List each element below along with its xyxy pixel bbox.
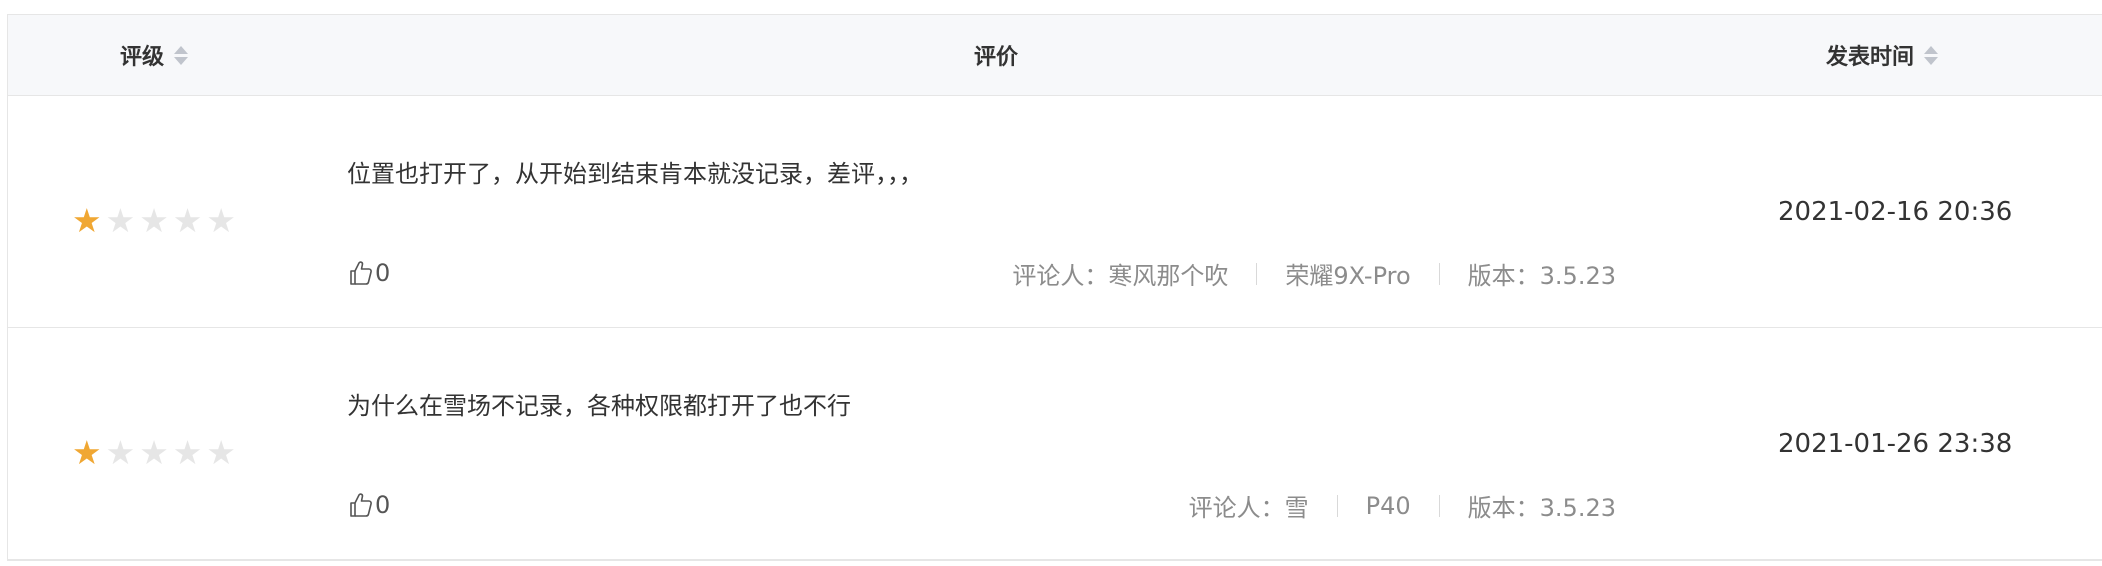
review-time: 2021-01-26 23:38 — [1778, 429, 2013, 459]
review-meta: 评论人：雪 P40 版本：3.5.23 — [1189, 488, 1616, 523]
thumbs-up-icon — [350, 261, 372, 285]
app-version: 版本：3.5.23 — [1467, 494, 1616, 522]
column-header-review: 评价 — [974, 15, 1018, 95]
review-text: 为什么在雪场不记录，各种权限都打开了也不行 — [347, 392, 851, 420]
star-icon: ★ — [72, 433, 102, 472]
review-time: 2021-02-16 20:36 — [1778, 197, 2013, 227]
column-header-time[interactable]: 发表时间 — [1826, 15, 1939, 95]
star-icon: ★ — [139, 201, 169, 240]
reviewer-name: 评论人：雪 — [1188, 494, 1309, 522]
star-icon: ★ — [139, 433, 169, 472]
review-meta: 评论人：寒风那个吹 荣耀9X-Pro 版本：3.5.23 — [1012, 256, 1616, 291]
sort-icon[interactable] — [174, 45, 189, 65]
like-count: 0 — [375, 491, 391, 519]
app-version: 版本：3.5.23 — [1467, 262, 1616, 290]
rating-header-label: 评级 — [120, 45, 165, 70]
star-icon: ★ — [172, 201, 203, 240]
reviews-table: 评级 评价 发表时间 ★ ★ ★ ★ ★ 位置也打开了，从开始到结束肯本就没记录… — [7, 14, 2102, 561]
review-header-label: 评价 — [974, 45, 1019, 70]
star-rating: ★ ★ ★ ★ ★ — [72, 204, 236, 237]
time-header-label: 发表时间 — [1826, 45, 1915, 70]
divider — [1336, 494, 1338, 517]
divider — [1438, 262, 1440, 285]
table-row: ★ ★ ★ ★ ★ 位置也打开了，从开始到结束肯本就没记录，差评，，， 0 评论… — [8, 96, 2102, 328]
star-icon: ★ — [105, 433, 136, 472]
table-header: 评级 评价 发表时间 — [8, 15, 2102, 96]
column-header-rating[interactable]: 评级 — [120, 15, 189, 95]
star-icon: ★ — [206, 201, 236, 240]
divider — [1256, 262, 1258, 285]
like-button[interactable]: 0 — [349, 259, 390, 287]
star-icon: ★ — [172, 433, 203, 472]
review-text: 位置也打开了，从开始到结束肯本就没记录，差评，，， — [347, 160, 923, 188]
like-count: 0 — [375, 259, 391, 287]
thumbs-up-icon — [350, 493, 372, 517]
star-rating: ★ ★ ★ ★ ★ — [72, 436, 236, 469]
device-name: 荣耀9X-Pro — [1285, 262, 1411, 290]
table-row: ★ ★ ★ ★ ★ 为什么在雪场不记录，各种权限都打开了也不行 0 评论人：雪 … — [8, 328, 2102, 560]
like-button[interactable]: 0 — [349, 491, 390, 519]
star-icon: ★ — [206, 433, 236, 472]
divider — [1438, 494, 1440, 517]
star-icon: ★ — [72, 201, 102, 240]
star-icon: ★ — [105, 201, 136, 240]
sort-icon[interactable] — [1924, 45, 1939, 65]
reviewer-name: 评论人：寒风那个吹 — [1012, 262, 1229, 290]
device-name: P40 — [1365, 491, 1411, 520]
